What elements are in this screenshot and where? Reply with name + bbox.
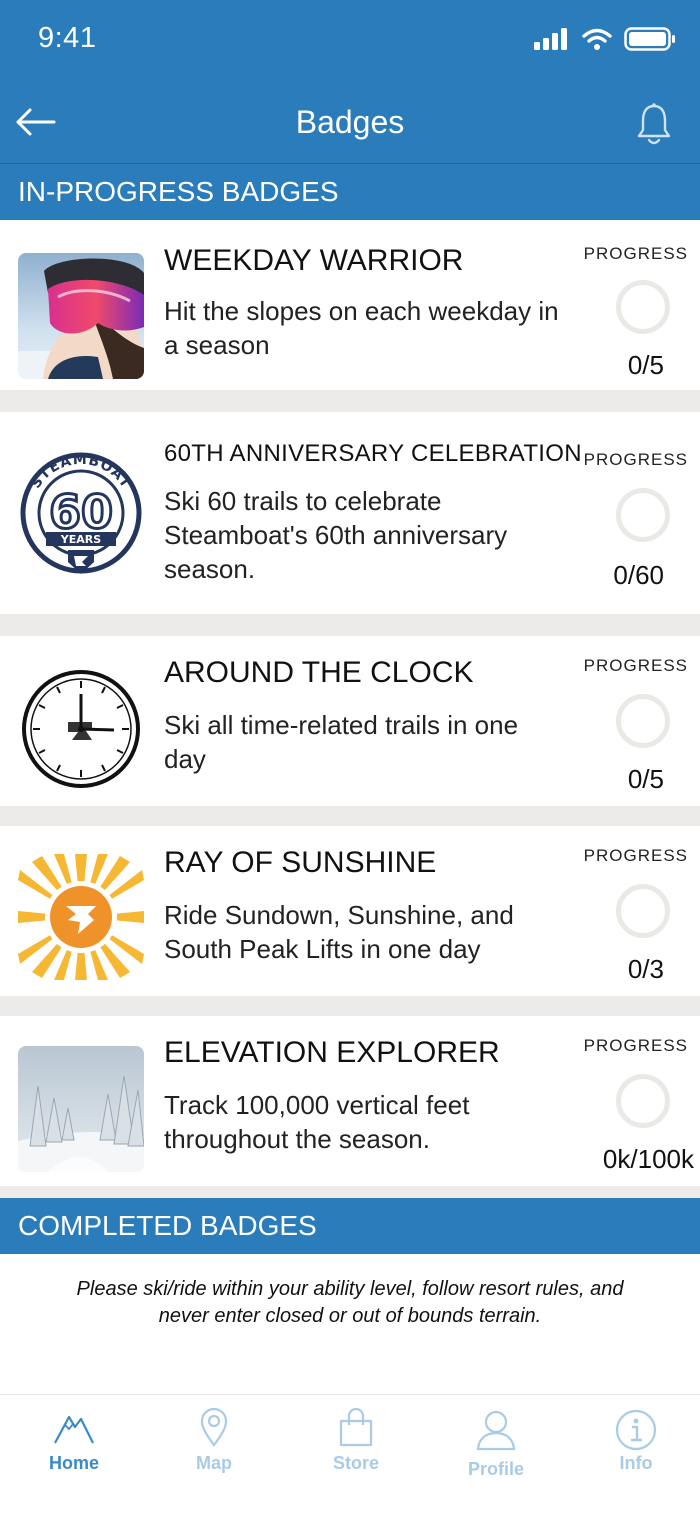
- progress-label: PROGRESS: [583, 656, 688, 675]
- wifi-icon: [582, 28, 612, 50]
- badge-card-ray-of-sunshine[interactable]: RAY OF SUNSHINE Ride Sundown, Sunshine, …: [0, 826, 700, 996]
- logo-60-number: 60: [49, 485, 113, 539]
- progress-value: 0k/100k: [602, 1144, 694, 1174]
- badge-description: Ski all time-related trails in one day: [164, 710, 519, 774]
- badge-title: WEEKDAY WARRIOR: [164, 244, 464, 277]
- tab-label: Info: [619, 1453, 653, 1473]
- progress-value: 0/3: [627, 954, 664, 984]
- tab-label: Map: [196, 1453, 232, 1473]
- completed-section-header: COMPLETED BADGES: [0, 1198, 700, 1254]
- progress-label: PROGRESS: [583, 1036, 688, 1055]
- badge-card-around-the-clock[interactable]: AROUND THE CLOCK Ski all time-related tr…: [0, 636, 700, 806]
- top-bar: 9:41 Badges: [0, 0, 700, 164]
- progress-label: PROGRESS: [583, 244, 688, 263]
- progress-label: PROGRESS: [583, 450, 688, 469]
- badge-card-weekday-warrior[interactable]: WEEKDAY WARRIOR Hit the slopes on each w…: [0, 220, 700, 390]
- steamboat-60-years-logo: STEAMBOAT 60 YEARS: [18, 450, 144, 576]
- disclaimer-line-2: never enter closed or out of bounds terr…: [158, 1305, 542, 1327]
- shopping-bag-icon: [339, 1407, 373, 1447]
- progress-ring: [616, 884, 670, 938]
- progress-ring: [616, 1074, 670, 1128]
- tab-store[interactable]: Store: [286, 1395, 426, 1491]
- page-title: Badges: [295, 104, 405, 140]
- logo-years-text: YEARS: [60, 533, 101, 546]
- tab-profile[interactable]: Profile: [426, 1395, 566, 1491]
- clock-logo: [18, 666, 144, 792]
- signal-icon: [534, 28, 567, 50]
- person-icon: [476, 1410, 516, 1451]
- status-time: 9:41: [38, 22, 97, 54]
- badge-card-elevation-explorer[interactable]: ELEVATION EXPLORER Track 100,000 vertica…: [0, 1016, 700, 1186]
- progress-ring: [616, 280, 670, 334]
- notifications-button[interactable]: [634, 100, 674, 150]
- info-icon: [615, 1409, 657, 1451]
- goggles-skier-photo: [18, 253, 144, 379]
- snowy-trees-photo: [18, 1046, 144, 1172]
- badge-title: RAY OF SUNSHINE: [164, 846, 437, 879]
- tab-map[interactable]: Map: [144, 1395, 284, 1491]
- progress-value: 0/5: [627, 764, 664, 794]
- tab-label: Store: [332, 1453, 379, 1473]
- progress-ring: [616, 694, 670, 748]
- badge-title: 60TH ANNIVERSARY CELEBRATION: [164, 440, 582, 467]
- bottom-tab-bar: Home Map Store Profile Info: [0, 1394, 700, 1490]
- tab-label: Profile: [467, 1459, 524, 1479]
- disclaimer-line-1: Please ski/ride within your ability leve…: [76, 1278, 624, 1300]
- tab-home[interactable]: Home: [4, 1395, 144, 1491]
- badge-title: AROUND THE CLOCK: [164, 656, 474, 689]
- progress-ring: [616, 488, 670, 542]
- battery-icon: [624, 27, 675, 51]
- progress-value: 0/5: [627, 350, 664, 380]
- badge-description: Hit the slopes on each weekday in a seas…: [164, 296, 559, 360]
- progress-label: PROGRESS: [583, 846, 688, 865]
- badge-title: ELEVATION EXPLORER: [164, 1036, 500, 1069]
- progress-value: 0/60: [613, 560, 664, 590]
- status-icons: [534, 26, 676, 52]
- badge-card-60th-anniversary[interactable]: STEAMBOAT 60 YEARS 60TH ANNIVERSARY CELE…: [0, 412, 700, 614]
- tab-label: Home: [48, 1453, 99, 1473]
- badge-description: Track 100,000 vertical feet throughout t…: [164, 1090, 470, 1154]
- badge-description: Ride Sundown, Sunshine, and South Peak L…: [164, 900, 514, 964]
- in-progress-section-header: IN-PROGRESS BADGES: [0, 164, 700, 220]
- bell-icon: [637, 103, 671, 145]
- map-pin-icon: [200, 1407, 228, 1447]
- safety-disclaimer: Please ski/ride within your ability leve…: [0, 1276, 700, 1330]
- badge-description: Ski 60 trails to celebrate Steamboat's 6…: [164, 486, 508, 584]
- tab-info[interactable]: Info: [566, 1395, 700, 1491]
- sunshine-logo: [18, 854, 144, 980]
- mountain-icon: [54, 1415, 94, 1444]
